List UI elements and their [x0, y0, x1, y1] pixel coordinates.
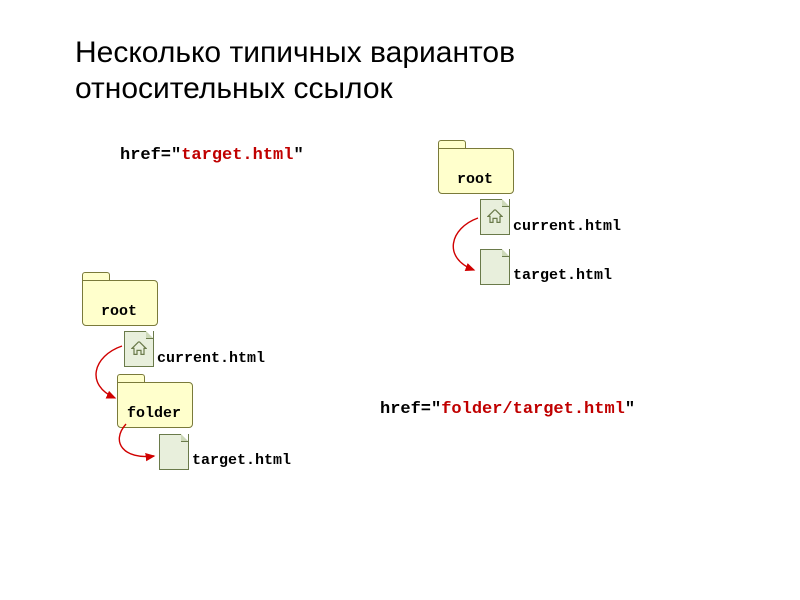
folder-sub-ex2: folder	[117, 382, 191, 426]
folder-label: root	[438, 171, 512, 188]
page-title: Несколько типичных вариантов относительн…	[75, 35, 715, 107]
href-label-1: href="target.html"	[120, 146, 304, 165]
href-suffix: "	[625, 400, 635, 419]
file-label-current-ex2: current.html	[157, 350, 265, 367]
href-prefix: href="	[380, 400, 441, 419]
folder-root-ex2: root	[82, 280, 156, 324]
href-path: folder/target.html	[441, 400, 625, 419]
home-icon	[487, 209, 503, 228]
home-icon	[131, 341, 147, 360]
folder-label: folder	[117, 405, 191, 422]
file-label-target-ex1: target.html	[513, 267, 612, 284]
file-label-target-ex2: target.html	[192, 452, 291, 469]
folder-root-ex1: root	[438, 148, 512, 192]
file-current-ex1	[480, 199, 510, 235]
href-path: target.html	[181, 146, 293, 165]
href-prefix: href="	[120, 146, 181, 165]
href-label-2: href="folder/target.html"	[380, 400, 635, 419]
folder-label: root	[82, 303, 156, 320]
file-label-current-ex1: current.html	[513, 218, 621, 235]
href-suffix: "	[293, 146, 303, 165]
file-target-ex1	[480, 249, 510, 285]
file-current-ex2	[124, 331, 154, 367]
file-target-ex2	[159, 434, 189, 470]
